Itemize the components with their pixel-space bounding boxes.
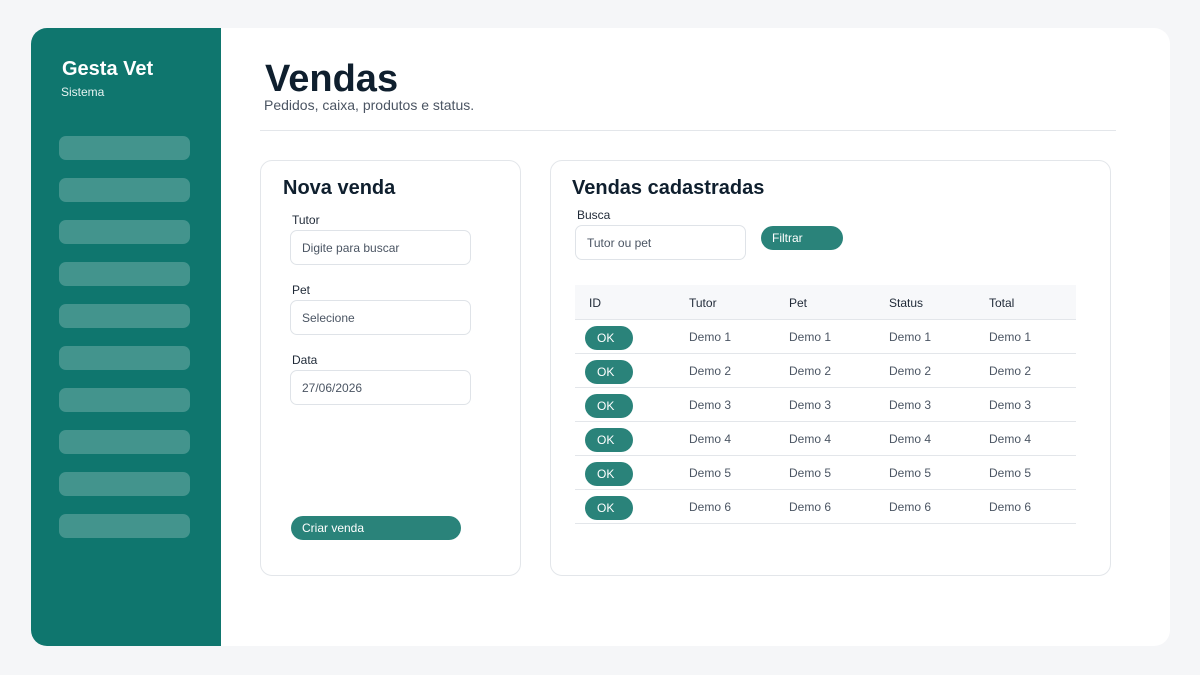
page-subtitle: Pedidos, caixa, produtos e status. [264, 97, 475, 113]
sidebar-item-9[interactable] [59, 472, 190, 496]
sidebar-item-6[interactable] [59, 346, 190, 370]
row-status: Demo 6 [889, 500, 932, 514]
search-input[interactable] [575, 225, 746, 260]
sidebar-item-3[interactable] [59, 220, 190, 244]
sidebar-item-5[interactable] [59, 304, 190, 328]
row-total: Demo 3 [989, 398, 1032, 412]
column-header-pet: Pet [789, 296, 808, 310]
sidebar: Gesta Vet Sistema [31, 28, 221, 646]
row-tutor: Demo 6 [689, 500, 732, 514]
row-tutor: Demo 2 [689, 364, 732, 378]
table-row: OK Demo 1 Demo 1 Demo 1 Demo 1 [575, 320, 1076, 354]
pet-select[interactable] [290, 300, 471, 335]
row-status: Demo 2 [889, 364, 932, 378]
sidebar-edge [191, 28, 221, 646]
row-pet: Demo 2 [789, 364, 832, 378]
create-sale-button[interactable]: Criar venda [291, 516, 461, 540]
sales-list-title: Vendas cadastradas [572, 177, 765, 199]
row-tutor: Demo 5 [689, 466, 732, 480]
row-total: Demo 4 [989, 432, 1032, 446]
table-row: OK Demo 5 Demo 5 Demo 5 Demo 5 [575, 456, 1076, 490]
row-pet: Demo 3 [789, 398, 832, 412]
header-divider [260, 130, 1116, 131]
row-pet: Demo 6 [789, 500, 832, 514]
row-ok-button[interactable]: OK [585, 428, 633, 452]
row-status: Demo 3 [889, 398, 932, 412]
brand-title: Gesta Vet [62, 58, 154, 80]
sidebar-item-7[interactable] [59, 388, 190, 412]
row-total: Demo 1 [989, 330, 1032, 344]
row-total: Demo 5 [989, 466, 1032, 480]
table-row: OK Demo 3 Demo 3 Demo 3 Demo 3 [575, 388, 1076, 422]
search-label: Busca [577, 208, 611, 222]
app-window: Gesta Vet Sistema Vendas Pedidos, caixa,… [31, 28, 1170, 646]
row-ok-button[interactable]: OK [585, 394, 633, 418]
table-row: OK Demo 2 Demo 2 Demo 2 Demo 2 [575, 354, 1076, 388]
pet-label: Pet [292, 283, 311, 297]
sidebar-item-2[interactable] [59, 178, 190, 202]
filter-button[interactable]: Filtrar [761, 226, 843, 250]
sidebar-item-1[interactable] [59, 136, 190, 160]
table-row: OK Demo 6 Demo 6 Demo 6 Demo 6 [575, 490, 1076, 524]
date-input[interactable] [290, 370, 471, 405]
row-total: Demo 2 [989, 364, 1032, 378]
row-tutor: Demo 1 [689, 330, 732, 344]
tutor-label: Tutor [292, 213, 320, 227]
date-label: Data [292, 353, 318, 367]
table-header: ID Tutor Pet Status Total [575, 285, 1076, 320]
row-pet: Demo 5 [789, 466, 832, 480]
sidebar-item-10[interactable] [59, 514, 190, 538]
sidebar-item-8[interactable] [59, 430, 190, 454]
row-status: Demo 5 [889, 466, 932, 480]
page-title: Vendas [265, 58, 399, 100]
row-tutor: Demo 3 [689, 398, 732, 412]
table-row: OK Demo 4 Demo 4 Demo 4 Demo 4 [575, 422, 1076, 456]
new-sale-title: Nova venda [283, 177, 396, 199]
row-ok-button[interactable]: OK [585, 326, 633, 350]
tutor-input[interactable] [290, 230, 471, 265]
sidebar-item-4[interactable] [59, 262, 190, 286]
row-status: Demo 1 [889, 330, 932, 344]
row-status: Demo 4 [889, 432, 932, 446]
column-header-total: Total [989, 296, 1015, 310]
row-pet: Demo 1 [789, 330, 832, 344]
column-header-status: Status [889, 296, 924, 310]
row-tutor: Demo 4 [689, 432, 732, 446]
row-total: Demo 6 [989, 500, 1032, 514]
sales-list-card: Vendas cadastradas Busca Filtrar ID Tuto… [550, 160, 1111, 576]
column-header-tutor: Tutor [689, 296, 717, 310]
row-ok-button[interactable]: OK [585, 462, 633, 486]
column-header-id: ID [589, 296, 601, 310]
new-sale-card: Nova venda Tutor Pet Data Criar venda [260, 160, 521, 576]
brand-subtitle: Sistema [61, 85, 105, 99]
row-pet: Demo 4 [789, 432, 832, 446]
row-ok-button[interactable]: OK [585, 360, 633, 384]
row-ok-button[interactable]: OK [585, 496, 633, 520]
